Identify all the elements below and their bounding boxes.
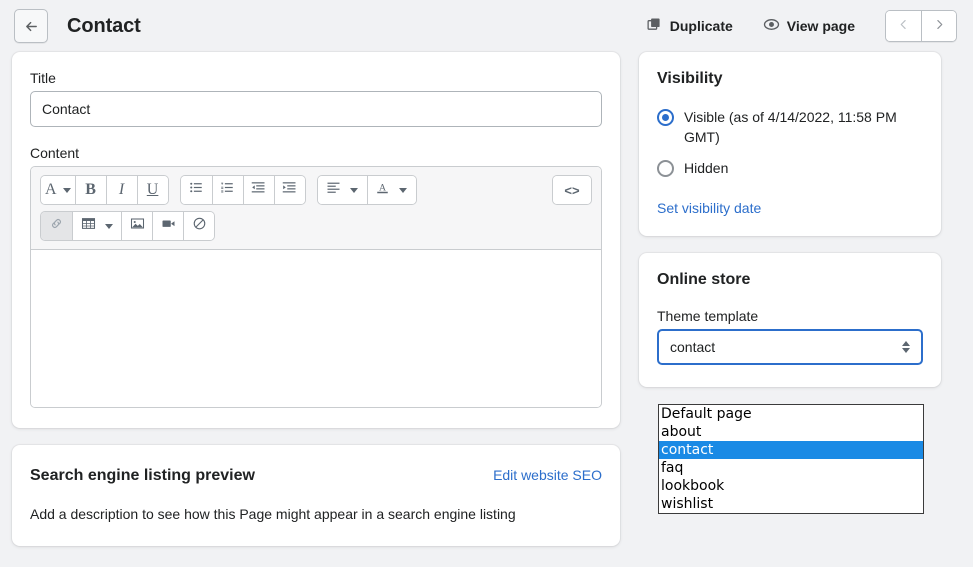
bulleted-list-icon (189, 180, 204, 200)
text-color-button[interactable]: A (366, 176, 398, 204)
main-column: Title Content A (12, 52, 620, 546)
online-store-title: Online store (657, 271, 751, 288)
insert-image-button[interactable] (121, 212, 152, 240)
online-store-card: Online store Theme template contact (639, 253, 941, 387)
eye-icon (763, 16, 780, 36)
duplicate-label: Duplicate (669, 18, 733, 34)
table-icon (81, 216, 96, 236)
underline-button[interactable]: U (136, 176, 168, 204)
list-indent-group (179, 175, 306, 205)
text-color-icon: A (375, 180, 390, 201)
indent-button[interactable] (273, 176, 305, 204)
clear-formatting-button[interactable] (183, 212, 214, 240)
outdent-icon (251, 180, 266, 200)
seo-header: Search engine listing preview Edit websi… (30, 467, 602, 485)
editor-toolbar: A B I U A <> (31, 167, 601, 250)
side-column: Visibility Visible (as of 4/14/2022, 11:… (639, 52, 941, 387)
select-stepper-icon (902, 341, 910, 353)
underline-icon: U (146, 181, 159, 198)
text-color-dropdown-button[interactable] (397, 176, 416, 204)
field-spacer (30, 127, 602, 145)
title-label: Title (30, 70, 56, 86)
insert-video-button[interactable] (152, 212, 183, 240)
visibility-option-visible[interactable]: Visible (as of 4/14/2022, 11:58 PM GMT) (657, 107, 923, 147)
view-page-button[interactable]: View page (755, 10, 863, 42)
align-left-icon (326, 180, 341, 200)
bulleted-list-button[interactable] (180, 176, 212, 204)
content-editor: A B I U A <> (30, 166, 602, 408)
bold-icon: B (85, 181, 96, 198)
insert-link-button[interactable] (41, 212, 72, 240)
arrow-left-icon (23, 18, 40, 35)
radio-hidden[interactable] (657, 160, 674, 177)
font-letter-icon: A (45, 181, 57, 198)
theme-template-label: Theme template (657, 308, 759, 324)
align-button[interactable] (317, 176, 349, 204)
insert-table-button[interactable] (72, 212, 103, 240)
dropdown-option[interactable]: Default page (659, 405, 923, 423)
dropdown-option[interactable]: wishlist (659, 495, 923, 513)
top-bar: Contact Duplicate View page (0, 0, 973, 52)
content-editor-body[interactable] (31, 250, 601, 407)
radio-visible-label: Visible (as of 4/14/2022, 11:58 PM GMT) (684, 109, 897, 145)
duplicate-button[interactable]: Duplicate (638, 10, 741, 42)
image-icon (130, 216, 145, 236)
font-style-button[interactable]: A (41, 176, 75, 204)
editor-toolbar-row-1: A B I U A <> (40, 175, 592, 205)
seo-preview-card: Search engine listing preview Edit websi… (12, 445, 620, 546)
view-page-label: View page (786, 18, 855, 34)
align-dropdown-button[interactable] (348, 176, 367, 204)
dropdown-option[interactable]: lookbook (659, 477, 923, 495)
chevron-down-icon (62, 187, 71, 193)
content-label: Content (30, 145, 80, 161)
svg-text:A: A (379, 182, 386, 193)
radio-hidden-label: Hidden (684, 160, 729, 176)
no-symbol-icon (192, 216, 207, 236)
previous-page-button[interactable] (886, 11, 921, 41)
set-visibility-date-link[interactable]: Set visibility date (657, 200, 761, 216)
text-format-group: A B I U (40, 175, 169, 205)
dropdown-option[interactable]: faq (659, 459, 923, 477)
theme-template-select[interactable]: contact (657, 329, 923, 365)
dropdown-option[interactable]: about (659, 423, 923, 441)
dropdown-option-selected[interactable]: contact (659, 441, 923, 459)
seo-title: Search engine listing preview (30, 467, 255, 484)
pagination (885, 10, 957, 42)
duplicate-icon (646, 16, 663, 36)
code-view-group: <> (552, 175, 592, 205)
seo-description: Add a description to see how this Page m… (30, 506, 516, 522)
indent-icon (282, 180, 297, 200)
code-brackets-icon: <> (564, 182, 580, 198)
back-button[interactable] (14, 9, 48, 43)
bold-button[interactable]: B (74, 176, 106, 204)
chevron-down-icon (350, 187, 359, 193)
radio-visible[interactable] (657, 109, 674, 126)
page-details-card: Title Content A (12, 52, 620, 428)
chevron-right-icon (933, 18, 946, 34)
link-icon (49, 216, 64, 236)
title-input[interactable] (30, 91, 602, 127)
chevron-down-icon (104, 223, 113, 229)
numbered-list-button[interactable] (211, 176, 243, 204)
theme-template-value: contact (670, 339, 716, 355)
italic-icon: I (118, 181, 125, 198)
insert-group (40, 211, 215, 241)
editor-toolbar-row-2 (40, 211, 592, 241)
table-dropdown-button[interactable] (103, 212, 121, 240)
chevron-left-icon (897, 18, 910, 34)
outdent-button[interactable] (242, 176, 274, 204)
italic-button[interactable]: I (105, 176, 137, 204)
visibility-card: Visibility Visible (as of 4/14/2022, 11:… (639, 52, 941, 236)
next-page-button[interactable] (921, 11, 956, 41)
visibility-option-hidden[interactable]: Hidden (657, 158, 923, 178)
align-color-group: A (316, 175, 417, 205)
chevron-down-icon (399, 187, 408, 193)
numbered-list-icon (220, 180, 235, 200)
edit-website-seo-link[interactable]: Edit website SEO (493, 467, 602, 483)
code-view-button[interactable]: <> (553, 176, 591, 204)
page-title: Contact (67, 14, 141, 37)
video-icon (161, 216, 176, 236)
theme-template-dropdown-list[interactable]: Default page about contact faq lookbook … (658, 404, 924, 514)
visibility-title: Visibility (657, 70, 723, 87)
